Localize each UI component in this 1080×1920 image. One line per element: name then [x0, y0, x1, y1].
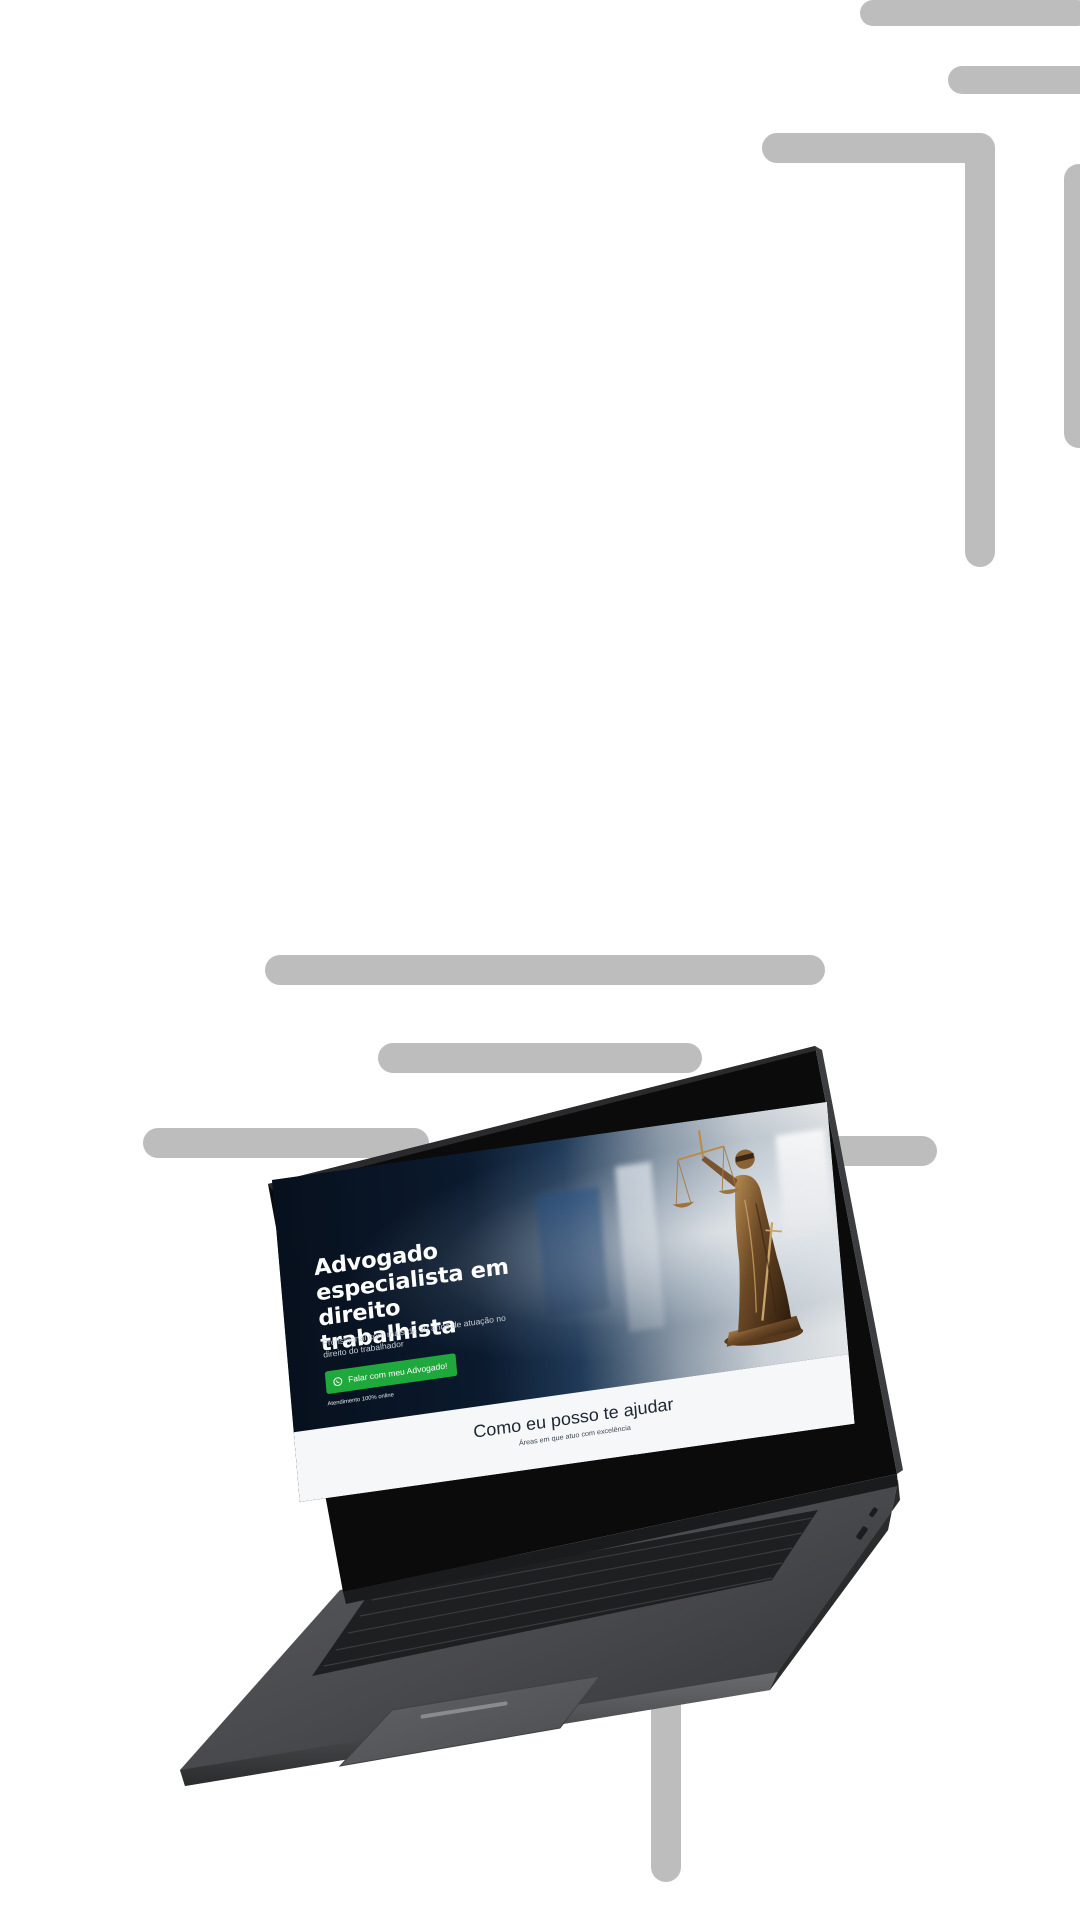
contact-lawyer-button[interactable]: Falar com meu Advogado!: [324, 1353, 458, 1395]
online-service-note: Atendimento 100% online: [327, 1391, 395, 1408]
laptop-mockup: Advogado especialista em direito trabalh…: [0, 0, 1080, 1920]
bookshelf-blur: [536, 1186, 610, 1318]
contact-lawyer-button-label: Falar com meu Advogado!: [347, 1360, 448, 1385]
lady-justice-statue: [672, 1130, 804, 1347]
whatsapp-icon: [333, 1376, 343, 1386]
page: Advogado especialista em direito trabalh…: [0, 0, 1080, 1920]
keys: [0, 0, 2, 2]
laptop-body: [0, 0, 903, 1786]
